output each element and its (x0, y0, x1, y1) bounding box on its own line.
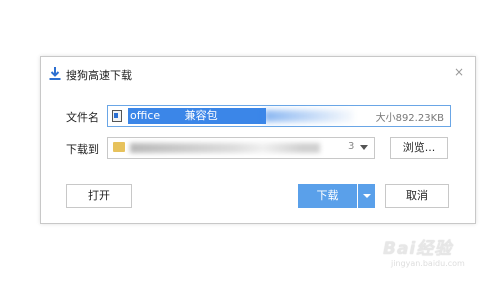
chevron-down-icon (363, 194, 371, 198)
download-arrow-icon (49, 67, 61, 80)
filename-input[interactable]: office 兼容包 大小892.23KB (107, 105, 451, 127)
download-options-button[interactable] (358, 184, 375, 208)
watermark-url: jingyan.baidu.com (391, 259, 465, 268)
path-label: 下载到 (66, 143, 99, 156)
path-select[interactable]: 3 (107, 137, 375, 159)
cancel-button[interactable]: 取消 (385, 184, 449, 208)
filename-label: 文件名 (66, 111, 99, 124)
download-button[interactable]: 下载 (298, 184, 357, 208)
file-size: 大小892.23KB (375, 113, 444, 124)
browse-button[interactable]: 浏览... (390, 137, 448, 159)
open-button[interactable]: 打开 (66, 184, 132, 208)
title-bar: 搜狗高速下载 × (41, 57, 475, 91)
watermark: Bai经验 jingyan.baidu.com (383, 232, 483, 272)
filename-text-tail: 兼容包 (184, 109, 218, 122)
file-icon (112, 110, 122, 122)
dialog-title: 搜狗高速下载 (66, 69, 132, 82)
path-suffix: 3 (348, 141, 355, 152)
filename-redacted (264, 110, 354, 122)
filename-selected-text: office 兼容包 (128, 108, 266, 124)
filename-text-start: office (130, 109, 161, 122)
download-dialog: 搜狗高速下载 × 文件名 office 兼容包 大小892.23KB 下载到 3… (40, 56, 476, 224)
watermark-logo: Bai经验 (383, 239, 453, 259)
path-redacted (130, 143, 320, 153)
screen: 搜狗高速下载 × 文件名 office 兼容包 大小892.23KB 下载到 3… (0, 0, 500, 283)
folder-icon (113, 142, 125, 152)
chevron-down-icon[interactable] (360, 145, 368, 150)
close-icon[interactable]: × (453, 66, 465, 78)
